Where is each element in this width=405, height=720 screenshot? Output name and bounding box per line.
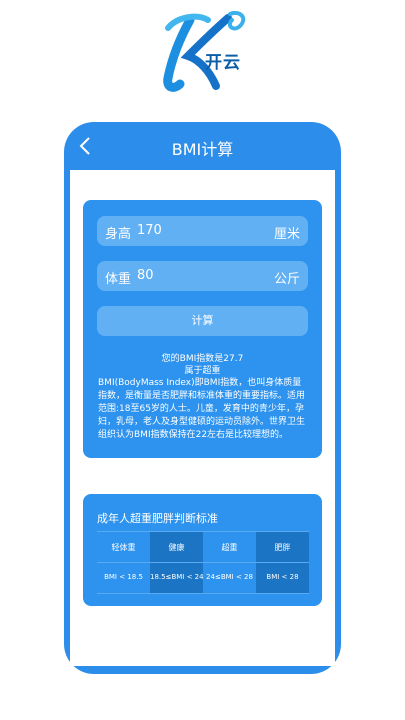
- table-cell: BMI < 28: [266, 573, 299, 581]
- table-divider: [97, 562, 309, 563]
- table-divider: [97, 531, 309, 532]
- bmi-description: BMI(BodyMass Index)即BMI指数，也叫身体质量指数，是衡量是否…: [98, 378, 306, 440]
- height-label: 身高: [105, 227, 132, 242]
- height-unit: 厘米: [273, 227, 300, 242]
- table-header: 肥胖: [274, 543, 291, 552]
- table-header: 健康: [168, 543, 185, 552]
- calculate-button[interactable]: 计算: [97, 306, 308, 336]
- table-header: 超重: [221, 543, 238, 552]
- table-cell: BMI < 18.5: [104, 573, 143, 581]
- logo-text: 开云: [205, 53, 241, 73]
- weight-label: 体重: [105, 272, 132, 287]
- height-field[interactable]: 身高 170 厘米: [97, 216, 308, 246]
- weight-unit: 公斤: [273, 272, 300, 287]
- table-header: 轻体重: [111, 543, 136, 552]
- page-title: BMI计算: [171, 140, 234, 159]
- standards-title: 成年人超重肥胖判断标准: [97, 512, 218, 525]
- table-cell: 18.5≤BMI < 24: [150, 573, 203, 581]
- height-value[interactable]: 170: [137, 223, 162, 238]
- weight-value[interactable]: 80: [137, 268, 154, 283]
- result-category: 属于超重: [184, 366, 221, 376]
- table-divider: [97, 593, 309, 594]
- table-cell: 24≤BMI < 28: [206, 573, 253, 581]
- weight-field[interactable]: 体重 80 公斤: [97, 261, 308, 291]
